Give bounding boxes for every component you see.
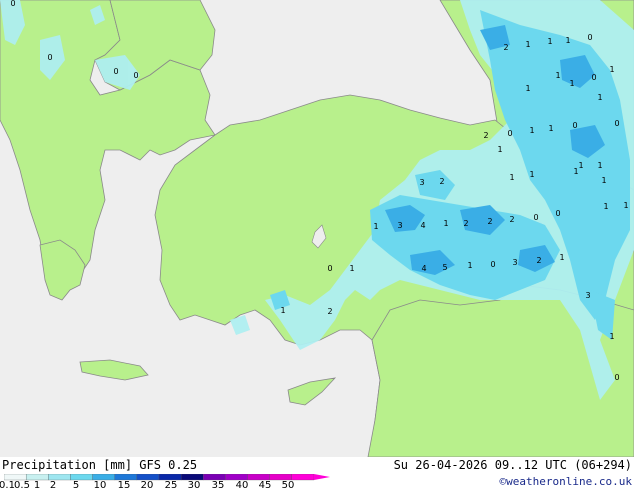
precip-value-label: 1 bbox=[601, 176, 606, 185]
precip-value-label: 1 bbox=[525, 84, 530, 93]
scale-tick-label: 15 bbox=[117, 480, 131, 491]
scale-tick-label: 0.5 bbox=[14, 480, 30, 491]
precip-value-label: 4 bbox=[420, 221, 425, 230]
precip-value-label: 1 bbox=[609, 65, 614, 74]
scale-tick-label: 2 bbox=[49, 480, 57, 491]
precip-value-label: 2 bbox=[463, 219, 468, 228]
precip-value-label: 0 bbox=[327, 264, 332, 273]
scale-tick-label: 20 bbox=[140, 480, 154, 491]
scale-tick-label: 50 bbox=[281, 480, 295, 491]
map-title: Precipitation [mm] GFS 0.25 bbox=[2, 458, 198, 472]
precip-value-label: 3 bbox=[585, 291, 590, 300]
precip-value-label: 0 bbox=[47, 53, 52, 62]
scale-tick-label: 30 bbox=[187, 480, 201, 491]
precip-value-label: 0 bbox=[587, 33, 592, 42]
precip-value-label: 1 bbox=[280, 306, 285, 315]
scale-tick-label: 5 bbox=[72, 480, 80, 491]
precip-value-label: 3 bbox=[512, 258, 517, 267]
precip-value-label: 1 bbox=[529, 170, 534, 179]
precip-value-label: 1 bbox=[609, 332, 614, 341]
site-credit[interactable]: ©weatheronline.co.uk bbox=[500, 475, 632, 488]
precip-value-label: 1 bbox=[569, 79, 574, 88]
precip-value-label: 0 bbox=[533, 213, 538, 222]
scale-tick-label: 1 bbox=[33, 480, 41, 491]
precip-value-label: 1 bbox=[623, 201, 628, 210]
precip-value-label: 1 bbox=[559, 253, 564, 262]
precip-value-label: 0 bbox=[10, 0, 15, 8]
precip-value-label: 5 bbox=[442, 263, 447, 272]
precip-value-label: 4 bbox=[421, 264, 426, 273]
precipitation-map: 000 02 1 1 1 011011102 0 1 1011 13 2 1 11 11 3 4 1 2 2 2 0 01… bbox=[0, 0, 634, 457]
precip-value-label: 1 bbox=[578, 161, 583, 170]
precip-value-label: 2 bbox=[509, 215, 514, 224]
valid-time: Su 26-04-2026 09..12 UTC (06+294) bbox=[393, 458, 632, 472]
precip-value-label: 0 bbox=[614, 373, 619, 382]
precip-value-label: 1 bbox=[565, 36, 570, 45]
precip-value-label: 1 bbox=[443, 219, 448, 228]
precip-value-label: 1 bbox=[603, 202, 608, 211]
precip-value-label: 0 bbox=[555, 209, 560, 218]
precip-value-label: 0 bbox=[614, 119, 619, 128]
precip-value-label: 1 bbox=[467, 261, 472, 270]
precip-value-label: 1 bbox=[349, 264, 354, 273]
scale-swatch bbox=[291, 474, 315, 481]
precip-value-label: 0 bbox=[572, 121, 577, 130]
precip-value-label: 0 bbox=[507, 129, 512, 138]
precip-value-label: 1 bbox=[597, 93, 602, 102]
precip-value-label: 0 bbox=[591, 73, 596, 82]
precip-value-label: 0 bbox=[113, 67, 118, 76]
precip-value-label: 1 bbox=[509, 173, 514, 182]
scale-tick-label: 25 bbox=[164, 480, 178, 491]
precip-value-label: 1 bbox=[373, 222, 378, 231]
precip-value-label: 0 bbox=[133, 71, 138, 80]
precip-value-label: 1 bbox=[547, 37, 552, 46]
precip-value-label: 1 bbox=[573, 167, 578, 176]
precip-value-label: 1 bbox=[548, 124, 553, 133]
precip-value-label: 2 bbox=[327, 307, 332, 316]
scale-tick-label: 35 bbox=[211, 480, 225, 491]
footer-bar: Precipitation [mm] GFS 0.25 Su 26-04-202… bbox=[0, 457, 634, 491]
scale-arrow bbox=[314, 474, 330, 480]
precip-value-label: 2 bbox=[483, 131, 488, 140]
precip-value-label: 1 bbox=[529, 126, 534, 135]
scale-tick-label: 40 bbox=[235, 480, 249, 491]
precip-value-label: 1 bbox=[497, 145, 502, 154]
precip-value-label: 1 bbox=[597, 161, 602, 170]
precip-value-label: 2 bbox=[536, 256, 541, 265]
scale-tick-label: 10 bbox=[93, 480, 107, 491]
precip-value-label: 1 bbox=[525, 40, 530, 49]
precip-value-label: 3 bbox=[419, 178, 424, 187]
precip-value-label: 2 bbox=[487, 217, 492, 226]
precip-value-label: 2 bbox=[503, 43, 508, 52]
scale-tick-label: 0.1 bbox=[0, 480, 15, 491]
scale-tick-label: 45 bbox=[258, 480, 272, 491]
precip-value-label: 0 bbox=[490, 260, 495, 269]
precip-value-label: 2 bbox=[439, 177, 444, 186]
precip-value-label: 1 bbox=[555, 71, 560, 80]
precip-value-label: 3 bbox=[397, 221, 402, 230]
